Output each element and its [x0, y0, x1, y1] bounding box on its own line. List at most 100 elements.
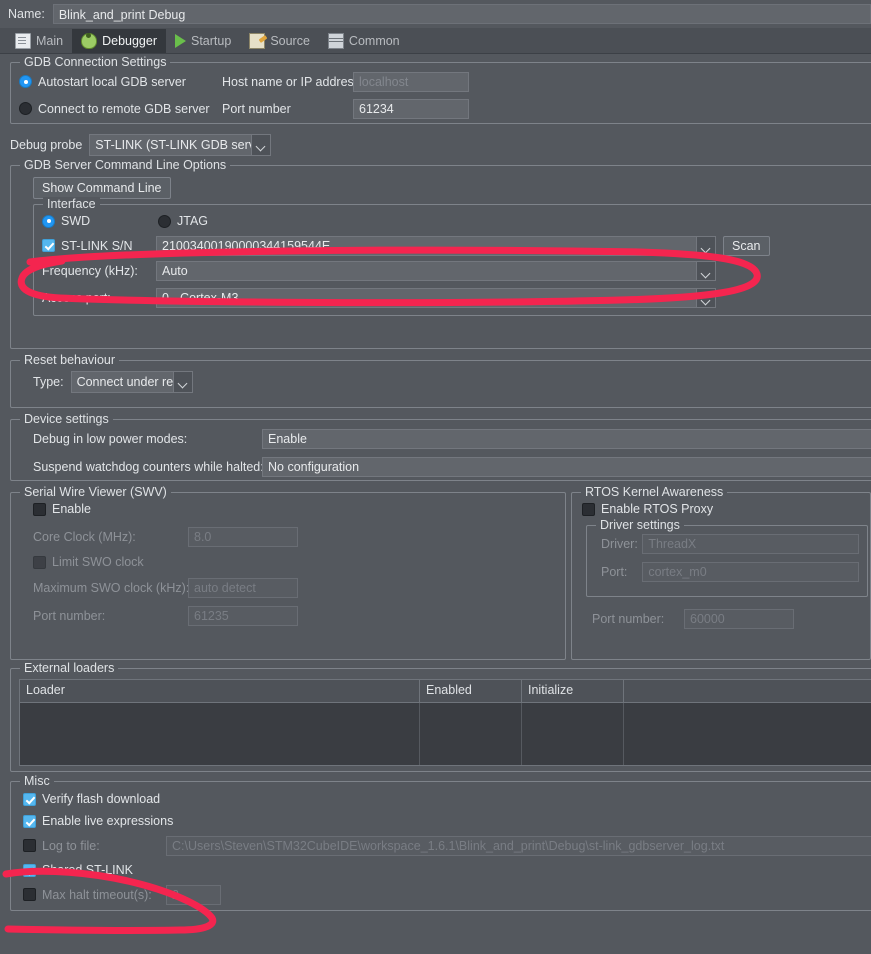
external-loaders-legend: External loaders [20, 661, 118, 675]
low-power-input[interactable]: Enable [262, 429, 871, 449]
debug-probe-label: Debug probe [10, 138, 82, 152]
interface-group: Interface SWD JTAG ST-LINK S/N 210034001… [33, 204, 871, 316]
swv-port-number-label: Port number: [33, 609, 188, 623]
max-swo-clock-input[interactable]: auto detect [188, 578, 298, 598]
tab-main-label: Main [36, 34, 63, 48]
tab-common[interactable]: Common [319, 29, 409, 53]
debug-probe-row: Debug probe ST-LINK (ST-LINK GDB server) [10, 133, 871, 156]
column-header-enabled[interactable]: Enabled [420, 680, 522, 702]
stlink-serial-label: ST-LINK S/N [61, 239, 156, 253]
configuration-name-input[interactable]: Blink_and_print Debug [53, 4, 871, 24]
tab-startup-label: Startup [191, 34, 231, 48]
live-expressions-checkbox[interactable] [23, 815, 36, 828]
verify-flash-label: Verify flash download [42, 792, 160, 806]
host-name-input[interactable]: localhost [353, 72, 469, 92]
driver-label: Driver: [601, 537, 642, 551]
gdb-connection-settings-legend: GDB Connection Settings [20, 55, 170, 69]
swd-label: SWD [61, 214, 158, 228]
play-icon [175, 34, 186, 48]
swv-rtos-row: Serial Wire Viewer (SWV) Enable Core Clo… [0, 481, 871, 660]
max-halt-timeout-input[interactable]: 2 [166, 885, 221, 905]
bug-icon [81, 33, 97, 49]
frequency-value: Auto [162, 264, 188, 278]
chevron-down-icon [173, 372, 192, 392]
external-loaders-group: External loaders Loader Enabled Initiali… [10, 668, 871, 772]
rtos-legend: RTOS Kernel Awareness [581, 485, 727, 499]
show-command-line-button[interactable]: Show Command Line [33, 177, 171, 199]
tab-main[interactable]: Main [6, 29, 72, 53]
chevron-down-icon [696, 262, 715, 280]
port-number-label: Port number [222, 102, 353, 116]
tab-bar: Main Debugger Startup Source Common [0, 28, 871, 54]
autostart-local-gdb-radio[interactable] [19, 75, 32, 88]
document-icon [15, 33, 31, 49]
rtos-port-number-input[interactable]: 60000 [684, 609, 794, 629]
log-to-file-checkbox[interactable] [23, 839, 36, 852]
interface-legend: Interface [43, 197, 100, 211]
reset-type-label: Type: [33, 375, 64, 389]
autostart-local-gdb-label: Autostart local GDB server [38, 75, 222, 89]
table-header-row: Loader Enabled Initialize [20, 680, 871, 703]
swv-port-number-input[interactable]: 61235 [188, 606, 298, 626]
swv-enable-checkbox[interactable] [33, 503, 46, 516]
tab-startup[interactable]: Startup [166, 29, 240, 53]
stlink-serial-select[interactable]: 21003400190000344159544E [156, 236, 716, 256]
frequency-select[interactable]: Auto [156, 261, 716, 281]
watchdog-label: Suspend watchdog counters while halted: [33, 460, 262, 474]
reset-behaviour-group: Reset behaviour Type: Connect under rese… [10, 360, 871, 408]
watchdog-input[interactable]: No configuration [262, 457, 871, 477]
reset-behaviour-legend: Reset behaviour [20, 353, 119, 367]
jtag-radio[interactable] [158, 215, 171, 228]
port-number-input[interactable]: 61234 [353, 99, 469, 119]
host-name-label: Host name or IP address [222, 75, 353, 89]
device-settings-legend: Device settings [20, 412, 113, 426]
access-port-value: 0 - Cortex-M3 [162, 291, 238, 305]
access-port-select[interactable]: 0 - Cortex-M3 [156, 288, 716, 308]
rtos-port-label: Port: [601, 565, 642, 579]
scan-button[interactable]: Scan [723, 236, 770, 256]
reset-type-select[interactable]: Connect under reset [71, 371, 193, 393]
column-header-loader[interactable]: Loader [20, 680, 420, 702]
max-halt-timeout-checkbox[interactable] [23, 888, 36, 901]
debug-probe-select[interactable]: ST-LINK (ST-LINK GDB server) [89, 134, 271, 156]
live-expressions-label: Enable live expressions [42, 814, 173, 828]
column-header-initialize[interactable]: Initialize [522, 680, 624, 702]
shared-stlink-checkbox[interactable] [23, 864, 36, 877]
device-settings-group: Device settings Debug in low power modes… [10, 419, 871, 481]
tab-debugger[interactable]: Debugger [72, 29, 166, 53]
access-port-label: Access port: [42, 291, 156, 305]
name-label: Name: [8, 7, 45, 21]
tab-debugger-label: Debugger [102, 34, 157, 48]
swv-legend: Serial Wire Viewer (SWV) [20, 485, 171, 499]
driver-input[interactable]: ThreadX [642, 534, 859, 554]
name-row: Name: Blink_and_print Debug [0, 0, 871, 28]
core-clock-input[interactable]: 8.0 [188, 527, 298, 547]
rtos-proxy-checkbox[interactable] [582, 503, 595, 516]
limit-swo-clock-checkbox[interactable] [33, 556, 46, 569]
driver-settings-group: Driver settings Driver: ThreadX Port: co… [586, 525, 868, 597]
rtos-group: RTOS Kernel Awareness Enable RTOS Proxy … [571, 492, 871, 660]
tab-source[interactable]: Source [240, 29, 319, 53]
jtag-label: JTAG [177, 214, 208, 228]
log-to-file-input[interactable]: C:\Users\Steven\STM32CubeIDE\workspace_1… [166, 836, 871, 856]
log-to-file-label: Log to file: [42, 839, 166, 853]
stlink-serial-checkbox[interactable] [42, 239, 55, 252]
rtos-port-input[interactable]: cortex_m0 [642, 562, 859, 582]
swv-group: Serial Wire Viewer (SWV) Enable Core Clo… [10, 492, 566, 660]
swv-enable-label: Enable [52, 502, 91, 516]
swd-radio[interactable] [42, 215, 55, 228]
gdb-connection-settings-group: GDB Connection Settings Autostart local … [10, 62, 871, 124]
connect-remote-gdb-radio[interactable] [19, 102, 32, 115]
table-icon [328, 33, 344, 49]
chevron-down-icon [696, 289, 715, 307]
tab-source-label: Source [270, 34, 310, 48]
rtos-proxy-label: Enable RTOS Proxy [601, 502, 713, 516]
external-loaders-table: Loader Enabled Initialize [19, 679, 871, 766]
debug-probe-value: ST-LINK (ST-LINK GDB server) [95, 138, 270, 152]
table-body[interactable] [20, 703, 871, 765]
verify-flash-checkbox[interactable] [23, 793, 36, 806]
frequency-label: Frequency (kHz): [42, 264, 156, 278]
rtos-port-number-label: Port number: [592, 612, 684, 626]
max-halt-timeout-label: Max halt timeout(s): [42, 888, 166, 902]
connect-remote-gdb-label: Connect to remote GDB server [38, 102, 222, 116]
